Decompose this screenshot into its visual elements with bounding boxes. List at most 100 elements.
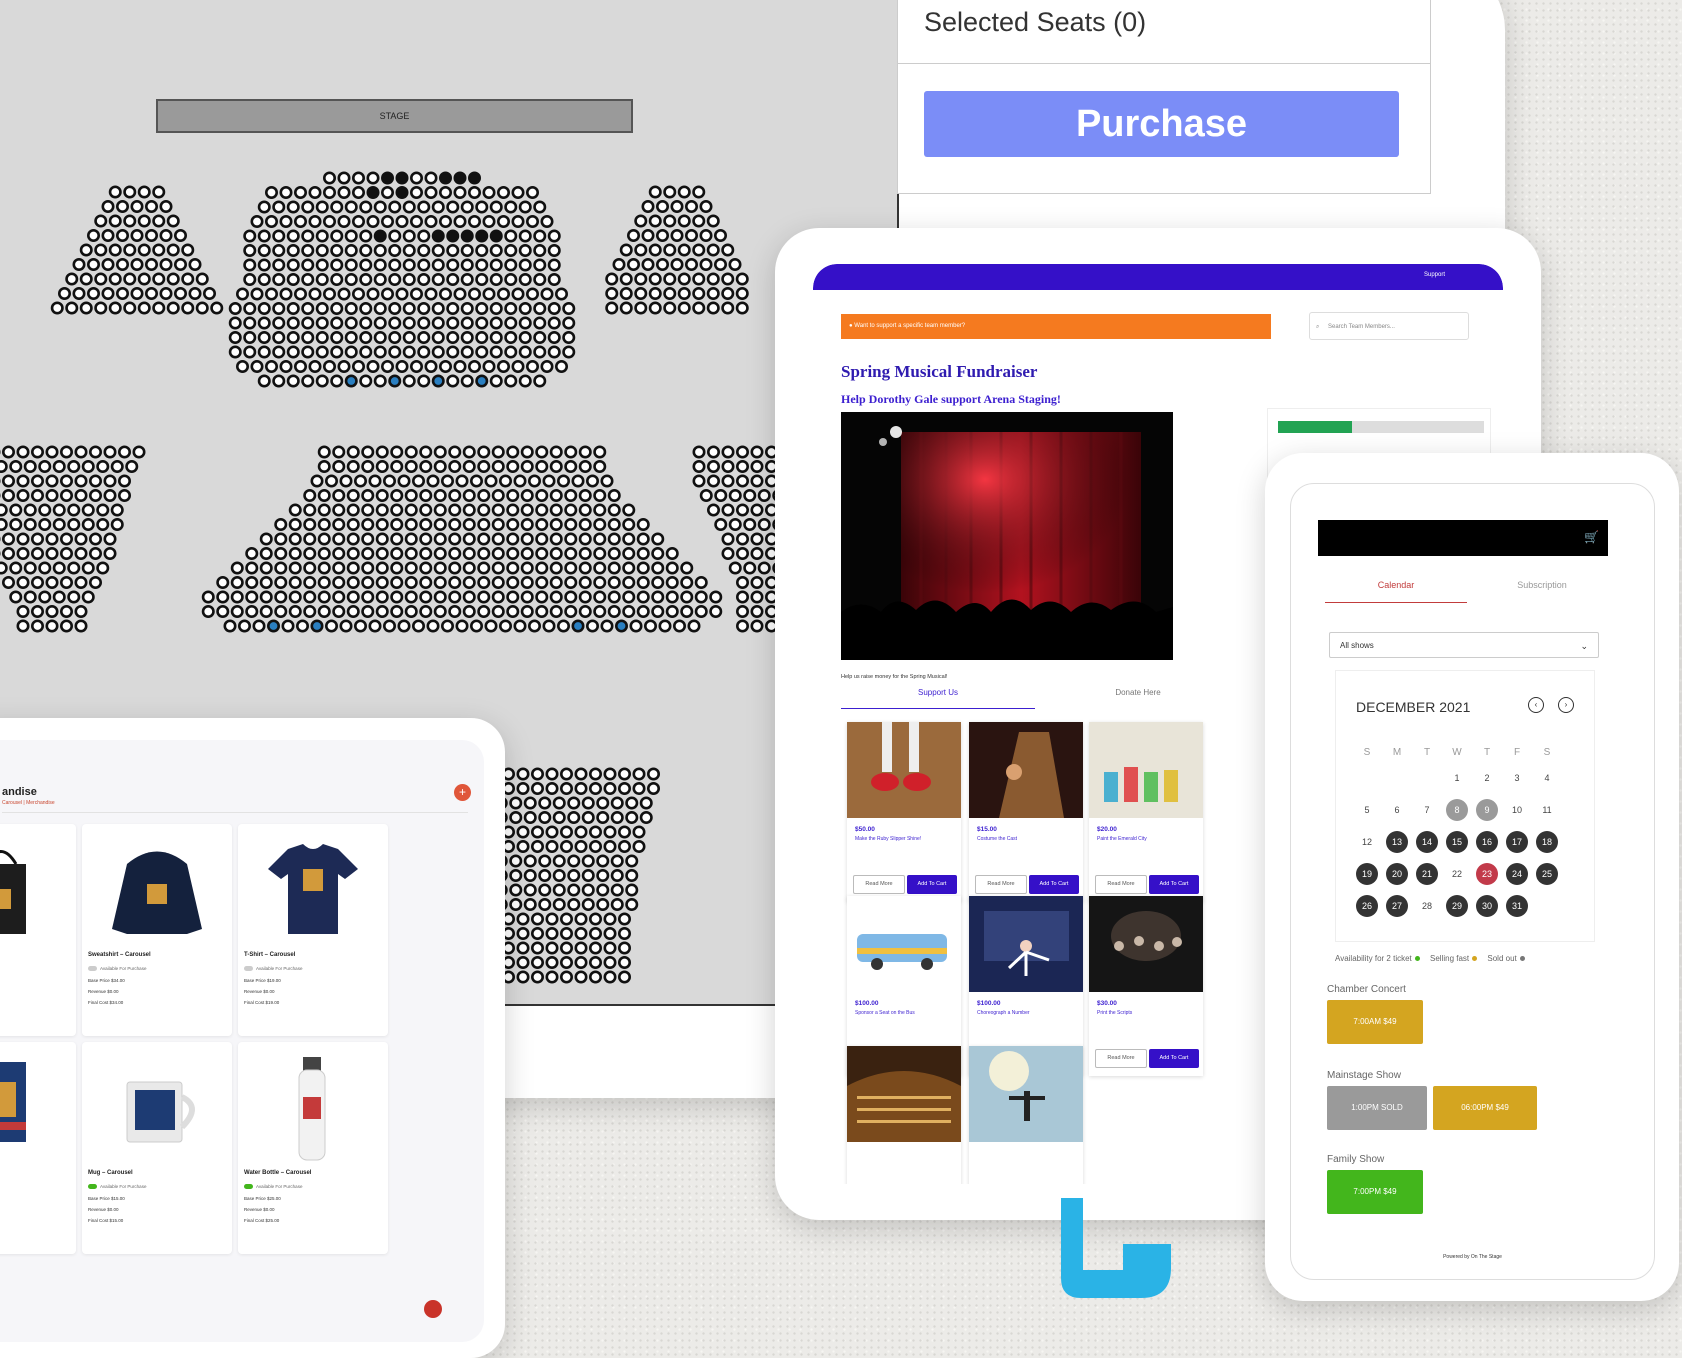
seat[interactable] <box>520 488 534 502</box>
seat[interactable] <box>518 374 532 388</box>
seat[interactable] <box>622 575 636 589</box>
seat[interactable] <box>542 474 556 488</box>
seat[interactable] <box>433 503 447 517</box>
seat[interactable] <box>448 546 462 560</box>
seat[interactable] <box>460 301 474 315</box>
seat[interactable] <box>533 229 547 243</box>
seat[interactable] <box>433 445 447 459</box>
seat[interactable] <box>375 445 389 459</box>
seat[interactable] <box>596 883 610 897</box>
seat[interactable] <box>670 257 684 271</box>
seat[interactable] <box>462 604 476 618</box>
seat[interactable] <box>484 619 498 633</box>
seat[interactable] <box>375 604 389 618</box>
seat[interactable] <box>603 839 617 853</box>
seat[interactable] <box>317 445 331 459</box>
seat[interactable] <box>433 604 447 618</box>
next-month-icon[interactable]: › <box>1558 697 1574 713</box>
seat[interactable] <box>680 604 694 618</box>
seat[interactable] <box>274 532 288 546</box>
seat[interactable] <box>665 575 679 589</box>
seat[interactable] <box>301 229 315 243</box>
seat[interactable] <box>346 575 360 589</box>
breadcrumb[interactable]: Carousel | Merchandise <box>2 800 55 806</box>
seat[interactable] <box>562 316 576 330</box>
seat[interactable] <box>279 359 293 373</box>
seat[interactable] <box>446 374 460 388</box>
seat[interactable] <box>709 590 723 604</box>
seat[interactable] <box>390 517 404 531</box>
seat[interactable] <box>622 517 636 531</box>
seat[interactable] <box>535 488 549 502</box>
seat[interactable] <box>67 590 81 604</box>
seat[interactable] <box>9 590 23 604</box>
seat[interactable] <box>651 590 665 604</box>
seat[interactable] <box>506 532 520 546</box>
seat[interactable] <box>743 561 757 575</box>
seat[interactable] <box>74 474 88 488</box>
seat[interactable] <box>750 575 764 589</box>
seat[interactable] <box>286 374 300 388</box>
seat[interactable] <box>617 781 631 795</box>
seat[interactable] <box>74 445 88 459</box>
seat[interactable] <box>52 503 66 517</box>
seat[interactable] <box>390 561 404 575</box>
seat[interactable] <box>477 590 491 604</box>
seat[interactable] <box>286 330 300 344</box>
seat[interactable] <box>622 590 636 604</box>
seat[interactable] <box>603 926 617 940</box>
seat[interactable] <box>453 215 467 229</box>
seat[interactable] <box>31 445 45 459</box>
seat[interactable] <box>433 532 447 546</box>
seat[interactable] <box>677 243 691 257</box>
seat[interactable] <box>506 488 520 502</box>
seat[interactable] <box>706 272 720 286</box>
seat[interactable] <box>0 561 8 575</box>
seat[interactable] <box>301 330 315 344</box>
seat[interactable] <box>9 561 23 575</box>
seat[interactable] <box>496 215 510 229</box>
seat[interactable] <box>402 272 416 286</box>
seat[interactable] <box>516 781 530 795</box>
item-card[interactable]: $15.00 Costume the Cast Read More Add To Ca… <box>969 722 1083 902</box>
seat[interactable] <box>518 258 532 272</box>
seat[interactable] <box>520 604 534 618</box>
seat[interactable] <box>549 604 563 618</box>
seat[interactable] <box>288 532 302 546</box>
seat[interactable] <box>622 546 636 560</box>
seat[interactable] <box>380 215 394 229</box>
seat[interactable] <box>395 359 409 373</box>
seat[interactable] <box>315 272 329 286</box>
seat[interactable] <box>530 941 544 955</box>
seat[interactable] <box>373 229 387 243</box>
seat[interactable] <box>533 374 547 388</box>
seat[interactable] <box>750 604 764 618</box>
seat[interactable] <box>446 301 460 315</box>
seat[interactable] <box>45 474 59 488</box>
seat[interactable] <box>694 604 708 618</box>
seat[interactable] <box>110 517 124 531</box>
seat[interactable] <box>625 810 639 824</box>
seat[interactable] <box>721 272 735 286</box>
seat[interactable] <box>308 186 322 200</box>
seat[interactable] <box>361 575 375 589</box>
seat[interactable] <box>578 575 592 589</box>
availability-toggle[interactable]: Available For Purchase <box>244 1184 302 1190</box>
seat[interactable] <box>390 503 404 517</box>
seat[interactable] <box>373 301 387 315</box>
seat[interactable] <box>330 301 344 315</box>
seat[interactable] <box>504 330 518 344</box>
seat[interactable] <box>564 517 578 531</box>
seat[interactable] <box>426 474 440 488</box>
seat[interactable] <box>116 200 130 214</box>
seat[interactable] <box>373 258 387 272</box>
seat[interactable] <box>578 459 592 473</box>
seat[interactable] <box>489 345 503 359</box>
seat[interactable] <box>540 287 554 301</box>
seat[interactable] <box>574 941 588 955</box>
seat[interactable] <box>339 619 353 633</box>
seat[interactable] <box>564 503 578 517</box>
seat[interactable] <box>567 868 581 882</box>
seat[interactable] <box>588 955 602 969</box>
seat[interactable] <box>31 575 45 589</box>
